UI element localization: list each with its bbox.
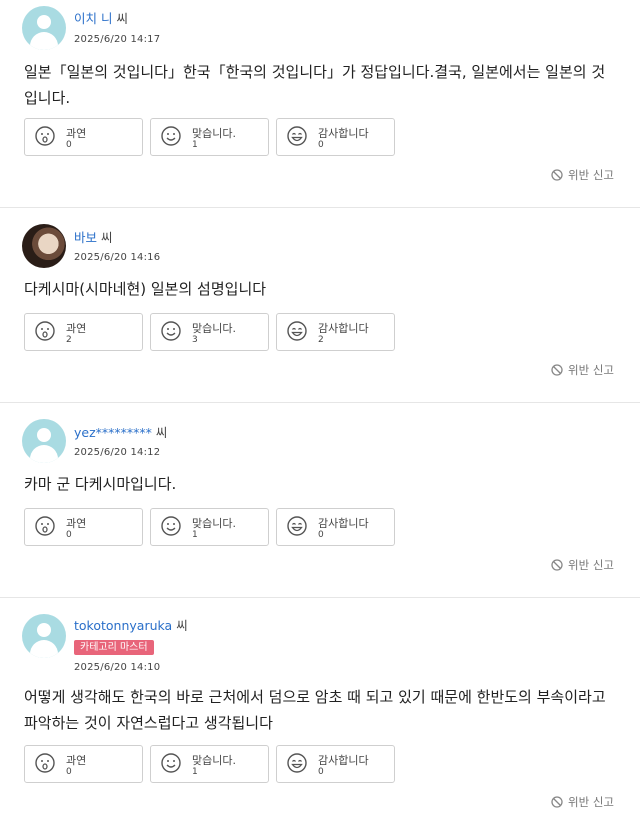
reaction-count: 1 [192, 767, 198, 777]
indeed-reaction-button[interactable]: 과연 0 [24, 745, 143, 783]
reaction-label: 감사합니다 [318, 517, 369, 530]
reaction-count: 0 [318, 767, 324, 777]
reaction-count: 0 [66, 530, 72, 540]
prohibited-icon [551, 796, 563, 808]
username-link[interactable]: yez********* 씨 [74, 422, 167, 441]
report-violation-link[interactable]: 위반 신고 [551, 362, 614, 378]
surprised-face-icon [35, 126, 55, 146]
report-violation-link[interactable]: 위반 신고 [551, 557, 614, 573]
honorific-suffix: 씨 [116, 11, 128, 26]
reaction-count: 0 [66, 140, 72, 150]
indeed-reaction-button[interactable]: 과연 0 [24, 508, 143, 546]
report-violation-link[interactable]: 위반 신고 [551, 167, 614, 183]
username-text[interactable]: 이치 니 [74, 11, 112, 26]
grin-face-icon [287, 753, 307, 773]
username-link[interactable]: 바보 씨 [74, 227, 113, 246]
grin-face-icon [287, 321, 307, 341]
answer-card: tokotonnyaruka 씨 카테고리 마스터 2025/6/20 14:10… [0, 598, 640, 826]
reaction-label: 감사합니다 [318, 127, 369, 140]
username-link[interactable]: tokotonnyaruka 씨 [74, 615, 188, 634]
indeed-reaction-button[interactable]: 과연 2 [24, 313, 143, 351]
answer-text: 다케시마(시마네현) 일본의 섬명입니다 [24, 280, 267, 298]
username-text[interactable]: yez********* [74, 425, 152, 440]
thanks-reaction-button[interactable]: 감사합니다 0 [276, 118, 395, 156]
reaction-label: 과연 [66, 517, 87, 530]
reaction-label: 과연 [66, 127, 87, 140]
thanks-reaction-button[interactable]: 감사합니다 0 [276, 745, 395, 783]
honorific-suffix: 씨 [176, 618, 188, 633]
reaction-count: 2 [66, 335, 72, 345]
default-avatar-icon[interactable] [22, 614, 66, 658]
surprised-face-icon [35, 321, 55, 341]
agree-reaction-button[interactable]: 맞습니다. 1 [150, 118, 269, 156]
answer-card: 이치 니 씨 2025/6/20 14:17 일본「일본의 것입니다」한국「한국의… [0, 0, 640, 208]
reaction-count: 0 [318, 140, 324, 150]
user-photo-avatar[interactable] [22, 224, 66, 268]
answer-card: 바보 씨 2025/6/20 14:16 다케시마(시마네현) 일본의 섬명입니다… [0, 208, 640, 403]
surprised-face-icon [35, 516, 55, 536]
agree-reaction-button[interactable]: 맞습니다. 1 [150, 745, 269, 783]
answer-text: 일본「일본의 것입니다」한국「한국의 것입니다」가 정답입니다.결국, 일본에서… [24, 63, 606, 107]
reaction-count: 3 [192, 335, 198, 345]
report-label[interactable]: 위반 신고 [568, 795, 614, 809]
default-avatar-icon[interactable] [22, 419, 66, 463]
reaction-count: 1 [192, 140, 198, 150]
username-link[interactable]: 이치 니 씨 [74, 8, 128, 27]
prohibited-icon [551, 169, 563, 181]
post-date: 2025/6/20 14:16 [74, 252, 161, 263]
answer-text: 카마 군 다케시마입니다. [24, 475, 177, 493]
username-text[interactable]: tokotonnyaruka [74, 618, 172, 633]
smile-face-icon [161, 753, 181, 773]
post-date: 2025/6/20 14:12 [74, 447, 161, 458]
honorific-suffix: 씨 [155, 425, 168, 440]
agree-reaction-button[interactable]: 맞습니다. 1 [150, 508, 269, 546]
report-violation-link[interactable]: 위반 신고 [551, 794, 614, 810]
report-label[interactable]: 위반 신고 [568, 363, 614, 377]
post-date: 2025/6/20 14:17 [74, 34, 161, 45]
agree-reaction-button[interactable]: 맞습니다. 3 [150, 313, 269, 351]
answer-text: 어떻게 생각해도 한국의 바로 근처에서 덤으로 암초 때 되고 있기 때문에 … [24, 688, 606, 732]
prohibited-icon [551, 364, 563, 376]
reaction-label: 맞습니다. [192, 754, 236, 767]
reaction-label: 맞습니다. [192, 127, 236, 140]
answer-card: yez********* 씨 2025/6/20 14:12 카마 군 다케시마입… [0, 403, 640, 598]
indeed-reaction-button[interactable]: 과연 0 [24, 118, 143, 156]
smile-face-icon [161, 321, 181, 341]
surprised-face-icon [35, 753, 55, 773]
grin-face-icon [287, 126, 307, 146]
smile-face-icon [161, 126, 181, 146]
username-text[interactable]: 바보 [74, 230, 97, 245]
report-label[interactable]: 위반 신고 [568, 558, 614, 572]
reaction-label: 감사합니다 [318, 322, 369, 335]
reaction-count: 0 [318, 530, 324, 540]
reaction-count: 2 [318, 335, 324, 345]
reaction-count: 1 [192, 530, 198, 540]
reaction-label: 과연 [66, 322, 87, 335]
smile-face-icon [161, 516, 181, 536]
post-date: 2025/6/20 14:10 [74, 662, 161, 673]
thanks-reaction-button[interactable]: 감사합니다 0 [276, 508, 395, 546]
default-avatar-icon[interactable] [22, 6, 66, 50]
report-label[interactable]: 위반 신고 [568, 168, 614, 182]
reaction-label: 감사합니다 [318, 754, 369, 767]
reaction-label: 맞습니다. [192, 322, 236, 335]
thanks-reaction-button[interactable]: 감사합니다 2 [276, 313, 395, 351]
category-master-badge: 카테고리 마스터 [74, 640, 154, 655]
prohibited-icon [551, 559, 563, 571]
reaction-label: 맞습니다. [192, 517, 236, 530]
reaction-label: 과연 [66, 754, 87, 767]
reaction-count: 0 [66, 767, 72, 777]
grin-face-icon [287, 516, 307, 536]
honorific-suffix: 씨 [101, 230, 113, 245]
